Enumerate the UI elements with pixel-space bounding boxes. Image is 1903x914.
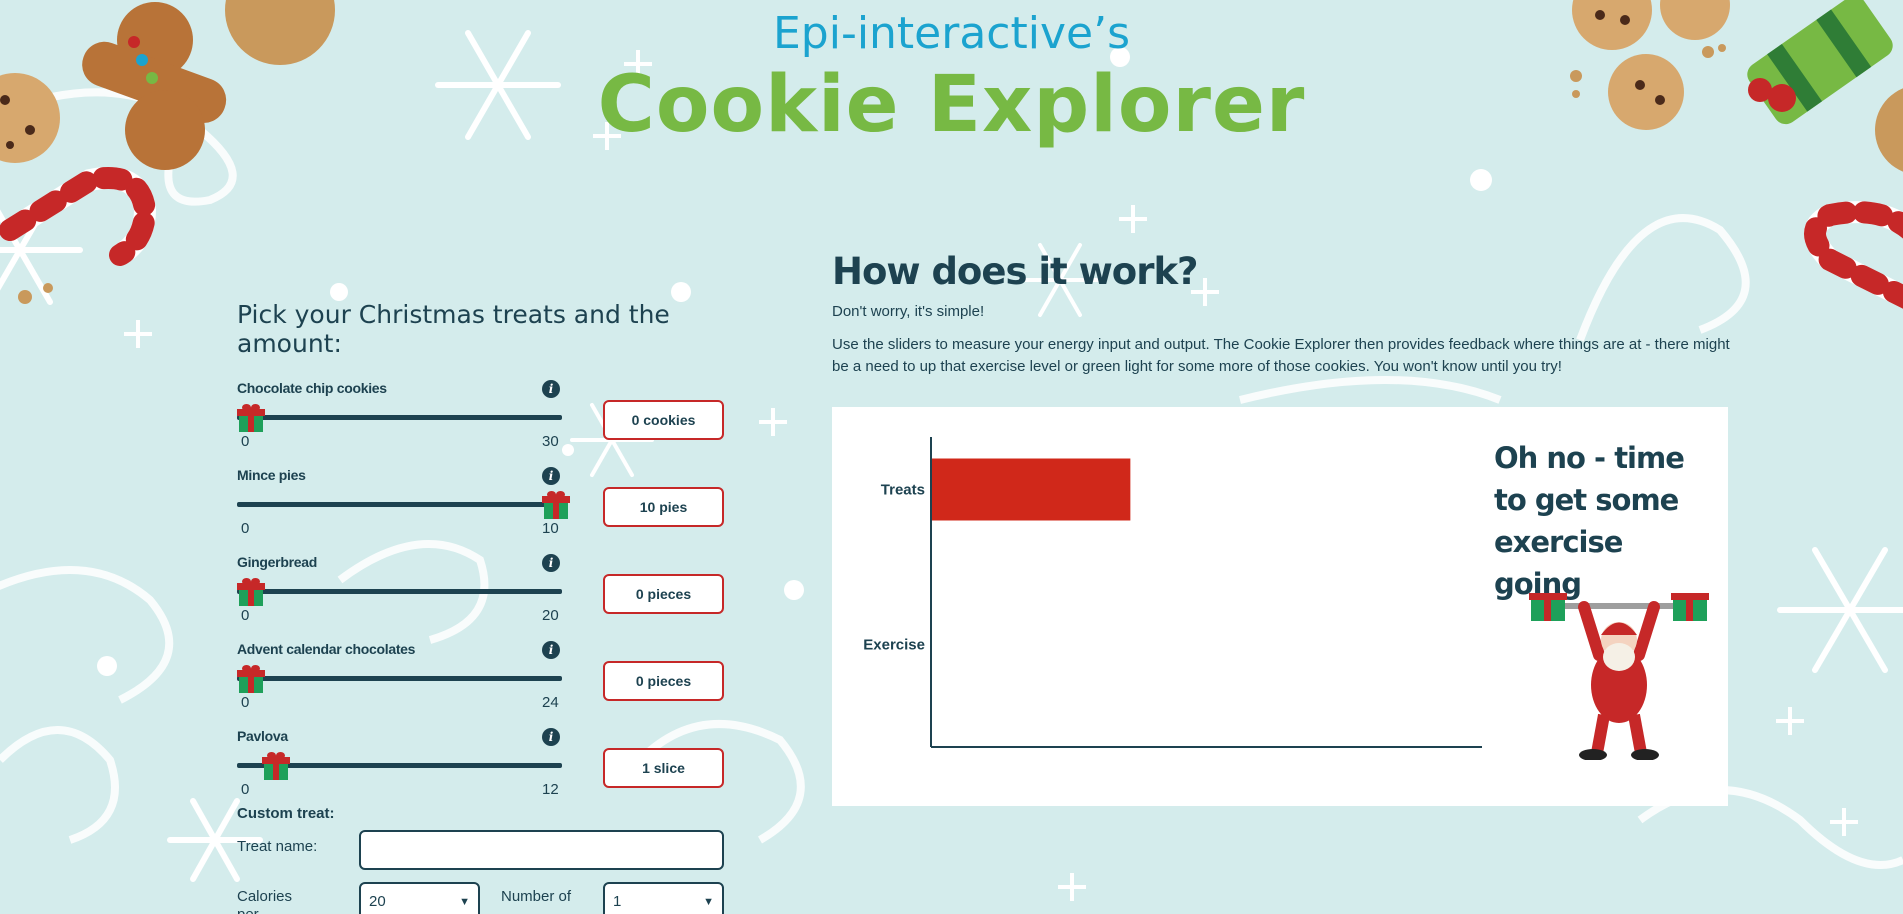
slider-track[interactable] — [237, 502, 562, 507]
treat-slider-row: Gingerbread i 0 20 0 pieces — [237, 554, 727, 641]
treat-slider-label: Chocolate chip cookies — [237, 380, 387, 396]
slider-max-label: 30 — [542, 433, 559, 450]
chart-bar — [932, 458, 1131, 521]
slider-track[interactable] — [237, 676, 562, 681]
gift-icon[interactable] — [542, 491, 570, 519]
gift-icon[interactable] — [262, 752, 291, 780]
chevron-down-icon: ▼ — [459, 896, 470, 908]
gift-icon[interactable] — [237, 665, 265, 693]
slider-value-box[interactable]: 0 cookies — [603, 400, 724, 440]
slider-min-label: 0 — [241, 694, 250, 711]
app-title: Cookie Explorer — [597, 60, 1306, 150]
treat-slider-label: Mince pies — [237, 467, 306, 483]
slider-value-box[interactable]: 0 pieces — [603, 661, 724, 701]
slider-value-box[interactable]: 0 pieces — [603, 574, 724, 614]
how-title: How does it work? — [832, 250, 1199, 293]
custom-treat-title: Custom treat: — [237, 805, 335, 822]
calories-label: Calories per — [237, 888, 293, 914]
number-select[interactable]: 1 ▼ — [603, 882, 724, 914]
slider-min-label: 0 — [241, 520, 250, 537]
info-icon[interactable]: i — [542, 554, 560, 572]
energy-chart: Treats Exercise — [863, 437, 1482, 748]
slider-value-box[interactable]: 1 slice — [603, 748, 724, 788]
slider-track[interactable] — [237, 589, 562, 594]
how-subtitle: Don't worry, it's simple! — [832, 303, 985, 320]
app-subtitle: Epi-interactive’s — [772, 8, 1130, 59]
treat-name-label: Treat name: — [237, 838, 318, 855]
info-icon[interactable]: i — [542, 641, 560, 659]
slider-list: Chocolate chip cookies i 0 30 0 cookies Mince… — [237, 380, 727, 815]
slider-min-label: 0 — [241, 781, 250, 798]
slider-track[interactable] — [237, 415, 562, 420]
treat-slider-row: Mince pies i 0 10 10 pies — [237, 467, 727, 554]
calories-select[interactable]: 20 ▼ — [359, 882, 480, 914]
gift-icon[interactable] — [237, 404, 265, 432]
feedback-message: Oh no - time to get some exercise going — [1494, 441, 1685, 601]
treat-slider-row: Chocolate chip cookies i 0 30 0 cookies — [237, 380, 727, 467]
info-icon[interactable]: i — [542, 728, 560, 746]
chart-category-label: Treats — [881, 482, 925, 499]
how-description: Use the sliders to measure your energy i… — [832, 336, 1730, 375]
chart-category-label: Exercise — [863, 637, 925, 654]
slider-max-label: 10 — [542, 520, 559, 537]
calories-select-value: 20 — [369, 893, 386, 910]
slider-max-label: 20 — [542, 607, 559, 624]
chevron-down-icon: ▼ — [703, 896, 714, 908]
treat-slider-label: Advent calendar chocolates — [237, 641, 416, 657]
treats-panel: Pick your Christmas treats and the amoun… — [237, 300, 727, 815]
number-label: Number of — [501, 888, 572, 905]
gift-icon[interactable] — [237, 578, 265, 606]
treat-slider-label: Pavlova — [237, 728, 288, 744]
treat-name-input[interactable] — [359, 830, 724, 870]
treats-title: Pick your Christmas treats and the amoun… — [237, 300, 670, 358]
slider-min-label: 0 — [241, 607, 250, 624]
slider-value-box[interactable]: 10 pies — [603, 487, 724, 527]
info-icon[interactable]: i — [542, 467, 560, 485]
santa-lifting-icon — [1529, 593, 1709, 760]
slider-max-label: 12 — [542, 781, 559, 798]
info-icon[interactable]: i — [542, 380, 560, 398]
treat-slider-row: Advent calendar chocolates i 0 24 0 pieces — [237, 641, 727, 728]
treat-slider-row: Pavlova i 0 12 1 slice — [237, 728, 727, 815]
treat-slider-label: Gingerbread — [237, 554, 317, 570]
slider-min-label: 0 — [241, 433, 250, 450]
number-select-value: 1 — [613, 893, 622, 910]
slider-max-label: 24 — [542, 694, 559, 711]
chart-card: Treats Exercise Oh no - time to get some … — [832, 407, 1728, 806]
